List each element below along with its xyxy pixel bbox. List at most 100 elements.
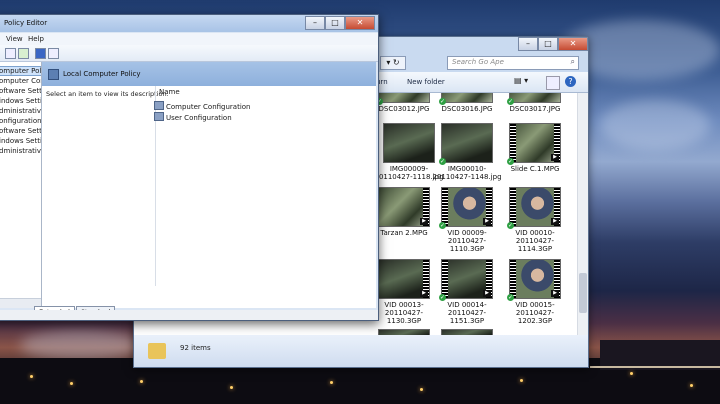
computer-config-icon (154, 101, 164, 110)
policy-icon (48, 69, 59, 80)
check-icon: ✓ (507, 98, 514, 105)
menu-bar: View Help (0, 33, 378, 45)
tree-item[interactable]: dministrative Te (0, 107, 41, 115)
file-name: VID 00014-20110427-1151.3GP (447, 301, 487, 325)
pane-header: Local Computer Policy (42, 62, 376, 86)
film-strip (442, 188, 448, 226)
tree-item[interactable]: indows Setting (0, 137, 41, 145)
close-button[interactable]: ✕ (558, 37, 588, 51)
tree-item[interactable]: indows Setting (0, 97, 41, 105)
file-name: VID 00015-20110427-1202.3GP (515, 301, 555, 325)
video-thumbnail: ✓ ▶ (507, 187, 561, 229)
vlc-icon: ▶ (483, 290, 491, 297)
tree-item[interactable]: onfiguration (0, 117, 41, 125)
film-strip (442, 260, 448, 298)
console-tree[interactable]: omputer Policy omputer Configura oftware… (0, 62, 42, 308)
description-text: Select an item to view its description. (46, 90, 169, 98)
video-thumbnail: ▶ (378, 259, 430, 299)
cloud (20, 330, 140, 360)
search-placeholder: Search Go Ape (452, 58, 504, 66)
list-item-label: Computer Configuration (166, 103, 251, 111)
folder-icon (148, 343, 166, 359)
policy-editor-window[interactable]: Policy Editor – □ ✕ View Help omputer Po… (0, 14, 379, 321)
video-thumbnail: ✓ ▶ (507, 259, 561, 301)
file-name: VID 00013-20110427-1130.3GP (384, 301, 424, 325)
vlc-icon: ▶ (551, 290, 559, 297)
tree-item[interactable]: oftware Settings (0, 127, 41, 135)
new-folder-button[interactable]: New folder (407, 78, 445, 86)
bridge (590, 366, 720, 374)
photo-thumbnail: ✓ (439, 93, 493, 105)
title-bar[interactable]: Policy Editor – □ ✕ (0, 15, 378, 32)
tree-item[interactable]: oftware Settings (0, 87, 41, 95)
maximize-button[interactable]: □ (325, 16, 345, 30)
scroll-thumb[interactable] (579, 273, 587, 313)
search-box[interactable]: Search Go Ape ⌕ (447, 56, 579, 70)
film-strip (510, 260, 516, 298)
file-tile[interactable]: ✓ ▶ VID 00010-20110427-1114.3GP (500, 187, 570, 253)
file-tile[interactable]: ▶ VID 00013-20110427-1130.3GP (369, 259, 439, 325)
list-item[interactable]: User Configuration (154, 112, 232, 122)
tree-item[interactable]: omputer Policy (0, 66, 41, 76)
list-item-label: User Configuration (166, 114, 232, 122)
video-thumbnail: ✓ ▶ (439, 187, 493, 229)
file-tile[interactable]: ✓ DSC03012.JPG (369, 93, 439, 113)
refresh-button[interactable]: ▾ ↻ (380, 56, 406, 70)
city-light (330, 381, 333, 384)
preview-pane-icon[interactable] (546, 76, 560, 90)
file-name: DSC03012.JPG (378, 105, 430, 113)
tree-item[interactable]: omputer Configura (0, 77, 41, 85)
check-icon: ✓ (439, 158, 446, 165)
video-thumbnail: ✓ ▶ (439, 259, 493, 301)
toolbar (0, 45, 378, 62)
help-icon[interactable] (35, 48, 46, 59)
maximize-button[interactable]: □ (538, 37, 558, 51)
file-name: DSC03017.JPG (509, 105, 561, 113)
check-icon: ✓ (507, 222, 514, 229)
vertical-scrollbar[interactable] (577, 93, 588, 335)
cloud (600, 100, 710, 150)
city-light (690, 384, 693, 387)
window-caption-buttons: – □ ✕ (518, 37, 588, 51)
export-list-icon[interactable] (18, 48, 29, 59)
column-header-name[interactable]: Name (159, 88, 180, 96)
vlc-icon: ▶ (551, 154, 559, 161)
menu-view[interactable]: View (6, 35, 23, 43)
city-light (420, 388, 423, 391)
properties-icon[interactable] (48, 48, 59, 59)
file-tile[interactable]: ✓ IMG00010-20110427-1148.jpg (432, 123, 502, 181)
file-tile[interactable]: ✓ ▶ VID 00009-20110427-1110.3GP (432, 187, 502, 253)
photo-thumbnail (383, 123, 435, 163)
file-tile[interactable]: ✓ ▶ VID 00015-20110427-1202.3GP (500, 259, 570, 325)
photo-thumbnail: ✓ (507, 93, 561, 105)
minimize-button[interactable]: – (518, 37, 538, 51)
minimize-button[interactable]: – (305, 16, 325, 30)
check-icon: ✓ (439, 98, 446, 105)
city-light (30, 375, 33, 378)
file-tile[interactable]: ✓ DSC03017.JPG (500, 93, 570, 113)
file-tile[interactable]: ✓ ▶ VID 00014-20110427-1151.3GP (432, 259, 502, 325)
photo-thumbnail: ✓ (376, 93, 430, 105)
show-hide-tree-icon[interactable] (5, 48, 16, 59)
change-view-icon[interactable]: ▤ ▾ (514, 76, 544, 88)
user-config-icon (154, 112, 164, 121)
status-strip (0, 310, 378, 320)
file-tile[interactable]: ✓ DSC03016.JPG (432, 93, 502, 113)
file-tile[interactable]: ✓ ▶ Slide C.1.MPG (500, 123, 570, 173)
window-caption-buttons: – □ ✕ (305, 16, 375, 30)
help-icon[interactable]: ? (565, 76, 576, 87)
details-pane: 92 items (134, 335, 588, 367)
file-name: VID 00010-20110427-1114.3GP (515, 229, 555, 253)
file-tile[interactable]: ▶ Tarzan 2.MPG (369, 187, 439, 237)
file-name: IMG00010-20110427-1148.jpg (432, 165, 502, 181)
details-pane[interactable]: Local Computer Policy Select an item to … (34, 62, 376, 318)
check-icon: ✓ (439, 294, 446, 301)
tree-item[interactable]: dministrative Te (0, 147, 41, 155)
item-count: 92 items (180, 344, 211, 352)
film-strip (510, 124, 516, 162)
file-name: Tarzan 2.MPG (380, 229, 428, 237)
search-icon[interactable]: ⌕ (571, 57, 575, 67)
close-button[interactable]: ✕ (345, 16, 375, 30)
menu-help[interactable]: Help (28, 35, 44, 43)
list-item[interactable]: Computer Configuration (154, 101, 251, 111)
